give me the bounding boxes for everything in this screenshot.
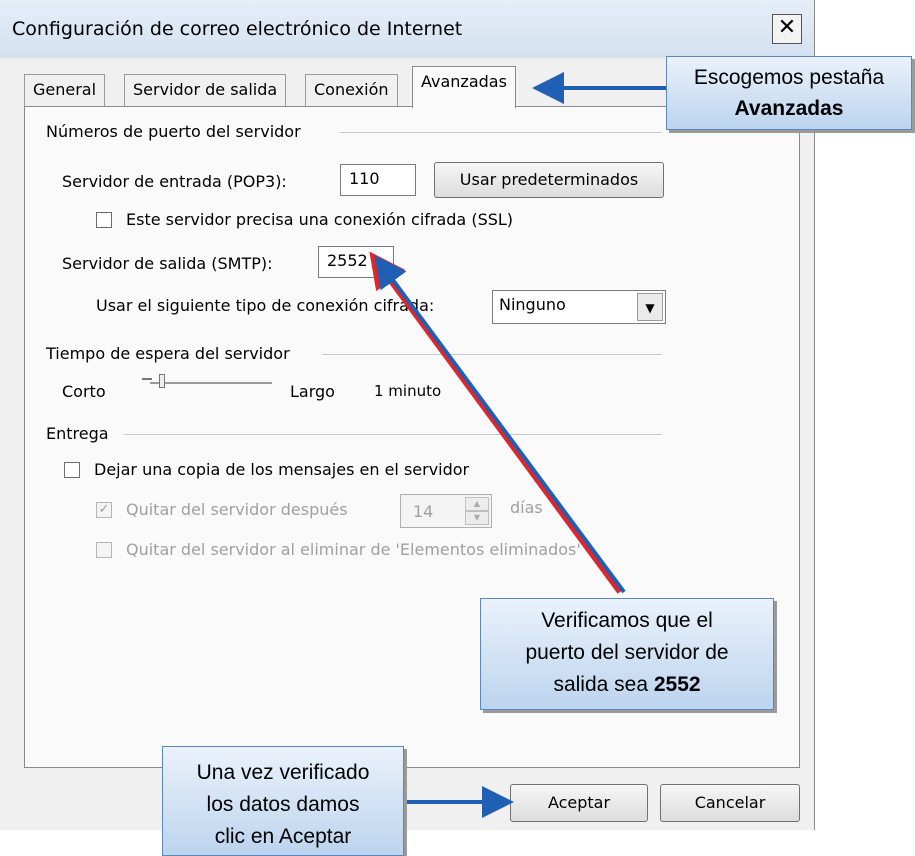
callout-text: clic en Aceptar (214, 825, 352, 848)
tab-callout: Escogemos pestaña Avanzadas (666, 56, 912, 130)
callout-text: los datos damos (206, 793, 360, 816)
accept-callout: Una vez verificado los datos damos clic … (162, 746, 404, 856)
port-callout-arrow-outline (369, 251, 623, 594)
callout-text: salida sea (553, 673, 648, 696)
callout-text: Una vez verificado (196, 761, 370, 784)
callout-text: Verificamos que el (541, 609, 713, 632)
port-callout: Verificamos que el puerto del servidor d… (480, 598, 774, 710)
port-callout-arrow (374, 255, 626, 594)
tab-label: Avanzadas (421, 72, 507, 91)
callout-text: puerto del servidor de (525, 641, 729, 664)
callout-text: Escogemos pestaña (693, 66, 885, 89)
callout-bold-text: 2552 (653, 673, 701, 696)
tab-avanzadas[interactable]: Avanzadas (412, 66, 516, 108)
callout-bold-text: Avanzadas (734, 97, 844, 120)
